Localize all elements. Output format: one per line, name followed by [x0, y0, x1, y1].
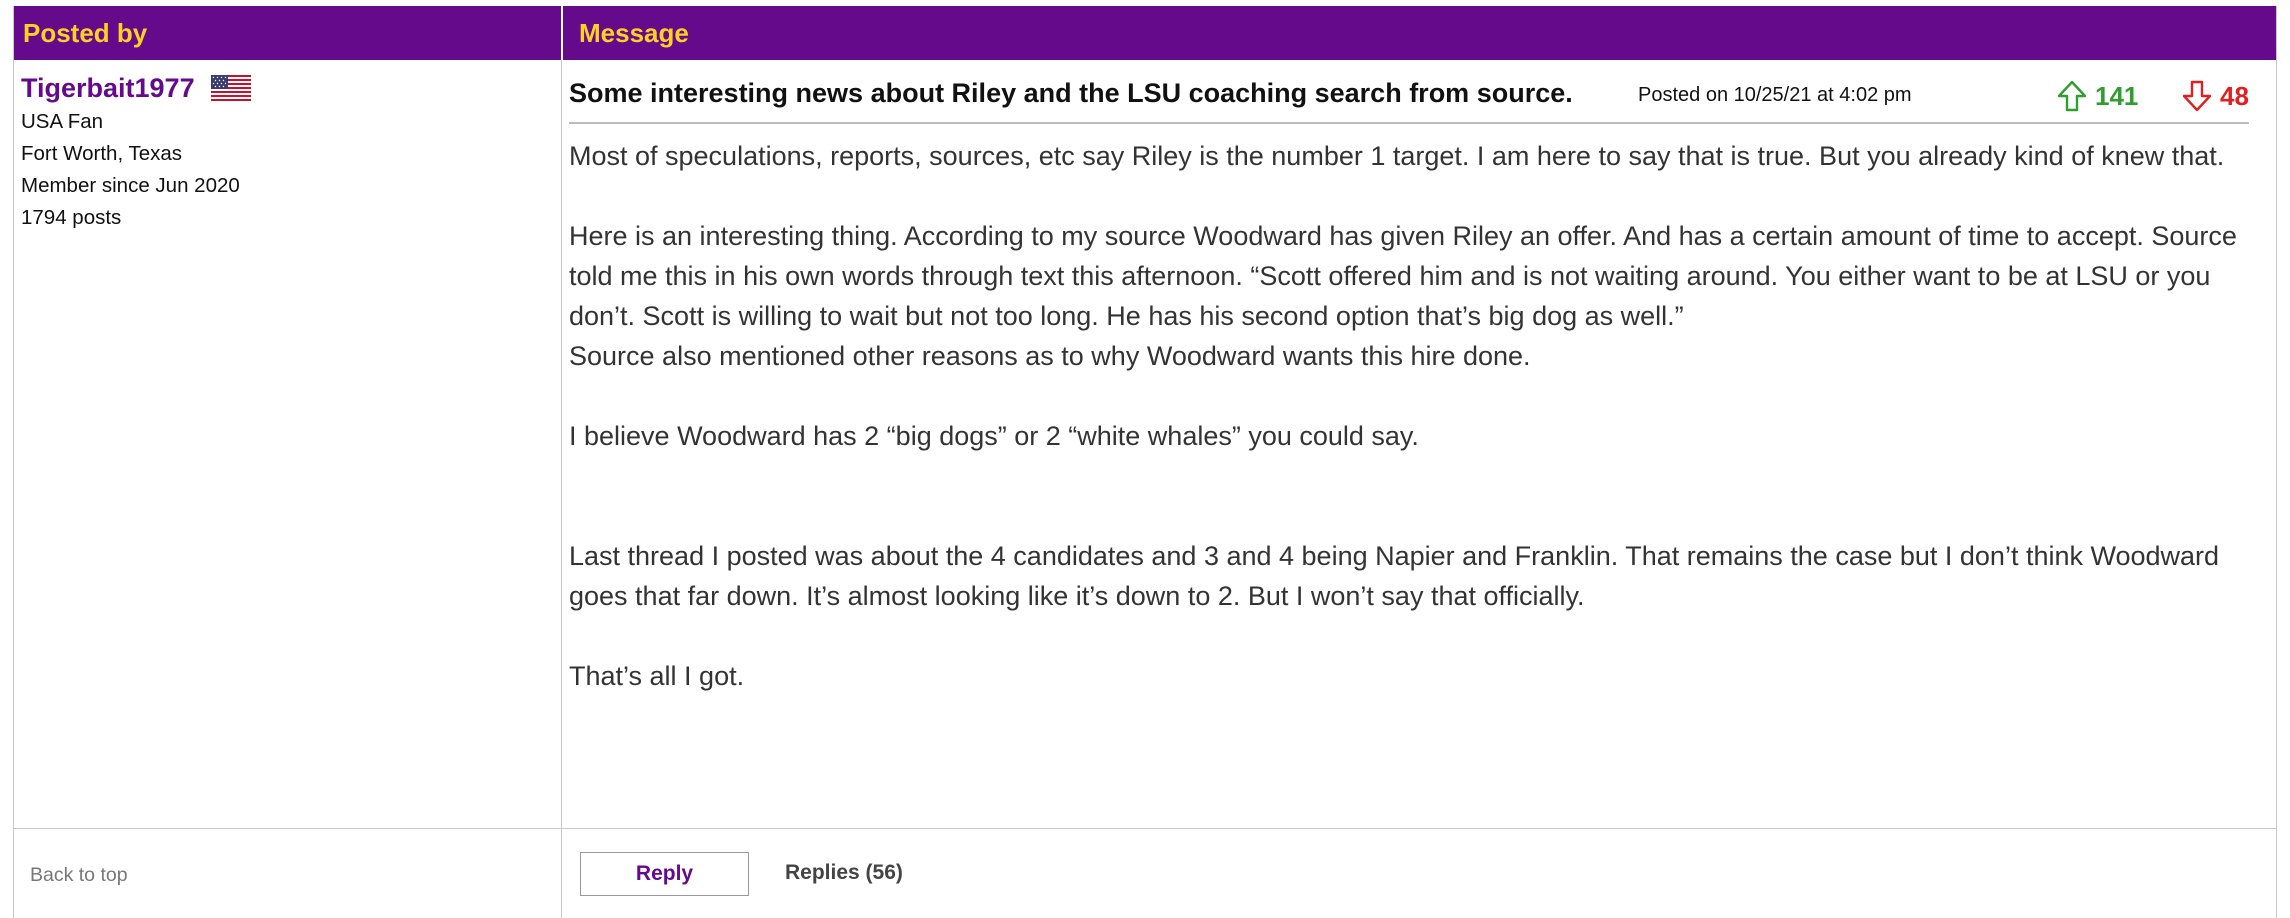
- arrow-up-icon: [2057, 80, 2087, 112]
- column-divider: [561, 60, 562, 918]
- user-location: Fort Worth, Texas: [21, 142, 183, 165]
- message-header: Message: [579, 18, 689, 48]
- username-link[interactable]: Tigerbait1977: [21, 73, 195, 104]
- message-header-row: Some interesting news about Riley and th…: [569, 70, 2249, 124]
- post-body: Most of speculations, reports, sources, …: [569, 136, 2249, 696]
- posted-by-header: Posted by: [23, 18, 148, 48]
- table-header: Posted by Message: [14, 6, 2276, 60]
- post-paragraph: Source also mentioned other reasons as t…: [569, 341, 1531, 371]
- post-count: 1794 posts: [21, 206, 122, 229]
- header-divider: [561, 6, 563, 60]
- post-paragraph: That’s all I got.: [569, 661, 745, 691]
- user-meta: USA Fan Fort Worth, Texas Member since J…: [21, 106, 541, 234]
- upvote-count: 141: [2095, 80, 2139, 111]
- username-row: Tigerbait1977: [21, 70, 541, 106]
- member-since: Member since Jun 2020: [21, 174, 240, 197]
- downvote-button[interactable]: 48: [2182, 80, 2249, 112]
- back-to-top-link[interactable]: Back to top: [30, 864, 128, 887]
- post-paragraph: Here is an interesting thing. According …: [569, 221, 2237, 331]
- message-content: Some interesting news about Riley and th…: [569, 70, 2249, 696]
- upvote-button[interactable]: 141: [2057, 80, 2138, 112]
- post-paragraph: Last thread I posted was about the 4 can…: [569, 541, 2220, 611]
- user-info: Tigerbait1977 USA Fan Fort Worth, Texas …: [21, 70, 541, 234]
- post-paragraph: Most of speculations, reports, sources, …: [569, 141, 2225, 171]
- post-paragraph: I believe Woodward has 2 “big dogs” or 2…: [569, 421, 1419, 451]
- post-title: Some interesting news about Riley and th…: [569, 78, 1573, 108]
- reply-button[interactable]: Reply: [580, 852, 749, 896]
- footer-divider: [14, 828, 2276, 829]
- arrow-down-icon: [2182, 80, 2212, 112]
- post-timestamp: Posted on 10/25/21 at 4:02 pm: [1638, 84, 1912, 106]
- fan-type: USA Fan: [21, 110, 104, 133]
- replies-link[interactable]: Replies (56): [785, 861, 903, 885]
- downvote-count: 48: [2220, 80, 2249, 111]
- us-flag-icon: [210, 75, 251, 101]
